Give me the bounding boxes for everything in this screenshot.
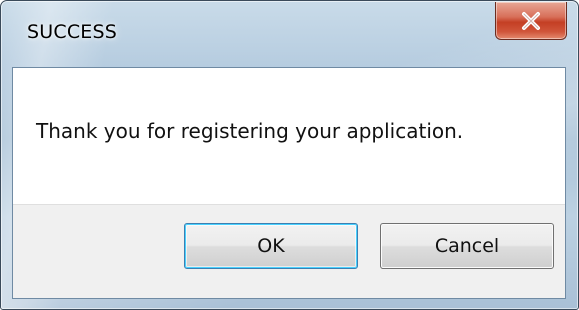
message-text: Thank you for registering your applicati… xyxy=(36,119,464,143)
button-bar: OK Cancel xyxy=(13,204,565,298)
cancel-button[interactable]: Cancel xyxy=(380,223,554,269)
dialog-content: Thank you for registering your applicati… xyxy=(12,67,566,299)
close-button[interactable] xyxy=(495,2,567,40)
title-bar[interactable]: SUCCESS xyxy=(1,1,578,67)
dialog-window: SUCCESS Thank you for registering your a… xyxy=(0,0,579,310)
ok-button[interactable]: OK xyxy=(184,223,358,269)
close-x-icon xyxy=(496,2,566,39)
message-panel: Thank you for registering your applicati… xyxy=(13,68,565,204)
window-title: SUCCESS xyxy=(27,21,118,43)
